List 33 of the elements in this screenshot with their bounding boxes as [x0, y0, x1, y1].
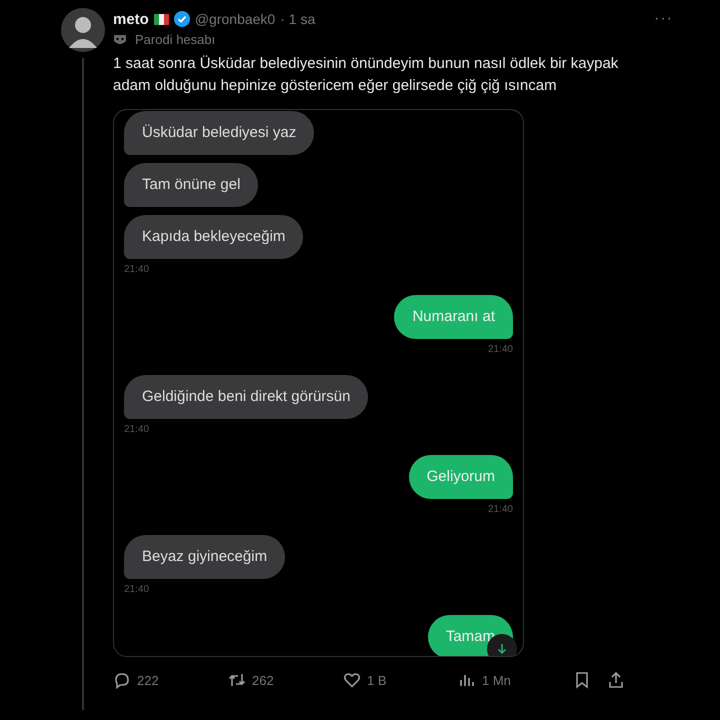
like-count: 1 B	[367, 672, 387, 688]
message-bubble: Kapıda bekleyeceğim	[124, 215, 304, 259]
mask-icon	[113, 32, 127, 46]
message-bubble: Numaranı at	[394, 295, 513, 339]
message-bubble: Tam önüne gel	[124, 163, 258, 207]
message-time: 21:40	[124, 584, 150, 595]
message-time: 21:40	[124, 424, 150, 435]
message-bubble: Geldiğinde beni direkt görürsün	[124, 375, 368, 419]
repost-icon[interactable]	[228, 671, 246, 689]
reply-count: 222	[137, 672, 159, 688]
view-count: 1 Mn	[482, 672, 511, 688]
message-time: 21:40	[124, 264, 150, 275]
bookmark-icon[interactable]	[573, 671, 591, 689]
parody-label: Parodi hesabı	[135, 32, 216, 47]
message-time: 21:40	[488, 504, 513, 515]
message-time: 21:40	[488, 344, 513, 355]
share-icon[interactable]	[607, 671, 625, 689]
repost-count: 262	[252, 672, 274, 688]
reply-icon[interactable]	[113, 671, 131, 689]
message-bubble: Geliyorum	[408, 455, 513, 499]
verified-icon	[174, 11, 190, 27]
arrow-down-icon	[496, 643, 508, 655]
more-button[interactable]: ···	[654, 10, 673, 28]
chat-screenshot[interactable]: Üsküdar belediyesi yaz Tam önüne gel Kapıda bekleyeceğim 21:40 Numaranı at 21:40 Geldiğinde beni direkt görürsün 21:40 Geliyorum 21:40 Beyaz giyineceğim 21:40 Tamam	[113, 109, 524, 657]
avatar[interactable]	[61, 8, 105, 52]
post-text: 1 saat sonra Üsküdar belediyesinin önündeyim bunun nasıl ödlek bir kaypak adam olduğunu hepinize göstericem eğer gelirsede çiğ çiğ ısıncam	[113, 54, 620, 96]
user-name[interactable]: meto	[113, 10, 149, 28]
heart-icon[interactable]	[343, 671, 361, 689]
message-bubble: Üsküdar belediyesi yaz	[124, 111, 314, 155]
post-time[interactable]: · 1 sa	[280, 11, 316, 27]
user-handle[interactable]: @gronbaek0	[194, 11, 276, 27]
flag-icon	[154, 14, 169, 24]
message-bubble: Beyaz giyineceğim	[124, 535, 286, 579]
